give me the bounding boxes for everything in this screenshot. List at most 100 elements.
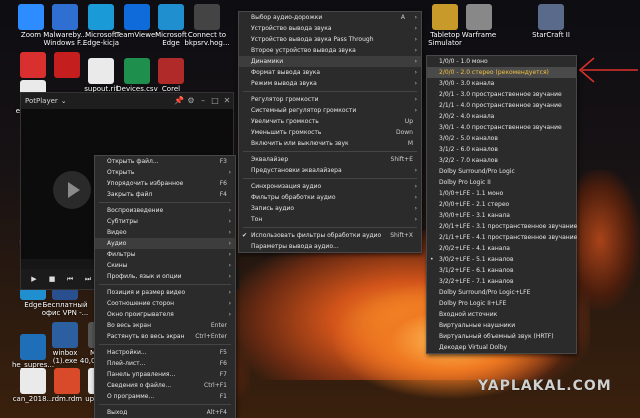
menu-item-label: Dolby Pro Logic II+LFE xyxy=(439,300,507,307)
main-menu-item[interactable]: Профиль, язык и опции › xyxy=(95,271,235,282)
audio-menu-item[interactable]: Увеличить громкость Up xyxy=(239,116,421,127)
close-icon[interactable]: ✕ xyxy=(221,93,233,109)
speakers-menu-item[interactable]: 3/0/0 - 3.0 канала xyxy=(427,78,576,89)
speakers-menu-item[interactable]: Виртуальный объемный звук (HRTF) xyxy=(427,331,576,342)
speakers-menu-item[interactable]: 2/1/1+LFE - 4.1 пространственное звучани… xyxy=(427,232,577,243)
speakers-menu-item[interactable]: 3/0/0+LFE - 3.1 канала xyxy=(427,210,576,221)
menu-shortcut: M xyxy=(407,140,413,147)
speakers-menu-item[interactable]: Dolby Pro Logic II+LFE xyxy=(427,298,576,309)
audio-menu-item[interactable]: Устройство вывода звука Pass Through › xyxy=(239,34,421,45)
speakers-menu-item[interactable]: 1/0/0+LFE - 1.1 моно xyxy=(427,188,576,199)
desktop-icon[interactable]: Warframe xyxy=(448,2,510,56)
main-menu-item[interactable]: Видео › xyxy=(95,227,235,238)
big-play-icon[interactable] xyxy=(53,171,91,209)
context-menu-main: Открыть файл... F3 Открыть › Упорядочить изб… xyxy=(94,155,236,418)
window-buttons: 📌 ⚙ – □ ✕ xyxy=(173,93,233,109)
main-menu-item[interactable]: Фильтры › xyxy=(95,249,235,260)
play-icon[interactable]: ▶ xyxy=(27,272,41,286)
audio-menu-item[interactable]: Фильтры обработки аудио › xyxy=(239,192,421,203)
main-menu-item[interactable]: Скины › xyxy=(95,260,235,271)
menu-item-label: 2/0/0 - 2.0 стерео (рекомендуется) xyxy=(439,69,549,76)
main-menu-item[interactable]: Панель управления... F7 xyxy=(95,369,235,380)
speakers-menu-item[interactable]: 2/0/1 - 3.0 пространственное звучание xyxy=(427,89,576,100)
speakers-menu-item[interactable]: 2/0/1+LFE - 3.1 пространственное звучани… xyxy=(427,221,577,232)
speakers-menu-item[interactable]: Dolby Pro Logic II xyxy=(427,177,576,188)
main-menu-item[interactable]: Растянуть во весь экран Ctrl+Enter xyxy=(95,331,235,342)
audio-menu-item[interactable]: Уменьшить громкость Down xyxy=(239,127,421,138)
pin-icon[interactable]: 📌 xyxy=(173,93,185,109)
menu-separator xyxy=(243,91,417,92)
main-menu-item[interactable]: Во весь экран Enter xyxy=(95,320,235,331)
menu-shortcut: Enter xyxy=(210,322,227,329)
audio-menu-item[interactable]: Эквалайзер Shift+E xyxy=(239,154,421,165)
main-menu-item[interactable]: Выход Alt+F4 xyxy=(95,407,235,418)
settings-icon[interactable]: ⚙ xyxy=(185,93,197,109)
main-menu-item[interactable]: Настройки... F5 xyxy=(95,347,235,358)
main-menu-item[interactable]: Плей-лист... F6 xyxy=(95,358,235,369)
audio-menu-item[interactable]: Запись аудио › xyxy=(239,203,421,214)
speakers-menu-item[interactable]: 1/0/0 - 1.0 моно xyxy=(427,56,576,67)
audio-menu-item[interactable]: Режим вывода звука › xyxy=(239,78,421,89)
speakers-menu-item[interactable]: 3/2/2 - 7.0 каналов xyxy=(427,155,576,166)
speakers-menu-item[interactable]: 3/0/1 - 4.0 пространственное звучание xyxy=(427,122,576,133)
speakers-menu-item[interactable]: 3/1/2 - 6.0 каналов xyxy=(427,144,576,155)
speakers-menu-item[interactable]: Виртуальные наушники xyxy=(427,320,576,331)
audio-menu-item[interactable]: Формат вывода звука › xyxy=(239,67,421,78)
speakers-menu-item[interactable]: Декодер Virtual Dolby xyxy=(427,342,576,353)
main-menu-item[interactable]: Субтитры › xyxy=(95,216,235,227)
menu-shortcut: Up xyxy=(404,118,413,125)
menu-item-label: Режим вывода звука xyxy=(251,80,317,87)
audio-menu-item[interactable]: Предустановки эквалайзера › xyxy=(239,165,421,176)
main-menu-item[interactable]: Открыть файл... F3 xyxy=(95,156,235,167)
audio-menu-item[interactable]: Динамики › xyxy=(239,56,421,67)
main-menu-item[interactable]: О программе... F1 xyxy=(95,391,235,402)
main-menu-item[interactable]: Окно проигрывателя › xyxy=(95,309,235,320)
desktop-icon[interactable]: Connect to bkpsrv.hog... xyxy=(176,2,238,56)
audio-menu-item[interactable]: Системный регулятор громкости › xyxy=(239,105,421,116)
previous-icon[interactable]: ⏮ xyxy=(63,272,77,286)
audio-menu-item[interactable]: Синхронизация аудио › xyxy=(239,181,421,192)
audio-menu-item[interactable]: Параметры вывода аудио... xyxy=(239,241,421,252)
audio-menu-item[interactable]: Второе устройство вывода звука › xyxy=(239,45,421,56)
main-menu-item[interactable]: Аудио › xyxy=(95,238,235,249)
menu-separator xyxy=(243,151,417,152)
submenu-arrow-icon: › xyxy=(228,262,231,269)
menu-item-label: Системный регулятор громкости xyxy=(251,107,357,114)
submenu-arrow-icon: › xyxy=(414,47,417,54)
next-icon[interactable]: ⏭ xyxy=(81,272,95,286)
audio-menu-item[interactable]: Регулятор громкости › xyxy=(239,94,421,105)
speakers-menu-item[interactable]: 2/1/1 - 4.0 пространственное звучание xyxy=(427,100,576,111)
speakers-menu-item[interactable]: Dolby Surround/Pro Logic+LFE xyxy=(427,287,576,298)
audio-menu-item[interactable]: ✔ Использовать фильтры обработки аудио Shi… xyxy=(239,230,421,241)
main-menu-item[interactable]: Упорядочить избранное F6 xyxy=(95,178,235,189)
speakers-menu-item[interactable]: 3/2/2+LFE - 7.1 каналов xyxy=(427,276,576,287)
stop-icon[interactable]: ■ xyxy=(45,272,59,286)
speakers-menu-item[interactable]: • 3/0/2+LFE - 5.1 каналов xyxy=(427,254,576,265)
main-menu-item[interactable]: Соотношение сторон › xyxy=(95,298,235,309)
main-menu-item[interactable]: Воспроизведение › xyxy=(95,205,235,216)
speakers-menu-item[interactable]: 2/0/2 - 4.0 канала xyxy=(427,111,576,122)
main-menu-item[interactable]: Позиция и размер видео › xyxy=(95,287,235,298)
audio-menu-item[interactable]: Тон › xyxy=(239,214,421,225)
speakers-menu-item[interactable]: 3/0/2 - 5.0 каналов xyxy=(427,133,576,144)
audio-menu-item[interactable]: Выбор аудио-дорожки A › xyxy=(239,12,421,23)
speakers-menu-item[interactable]: 2/0/2+LFE - 4.1 канала xyxy=(427,243,576,254)
minimize-icon[interactable]: – xyxy=(197,93,209,109)
player-titlebar[interactable]: PotPlayer ⌄ 📌 ⚙ – □ ✕ xyxy=(21,93,233,109)
maximize-icon[interactable]: □ xyxy=(209,93,221,109)
audio-menu-item[interactable]: Устройство вывода звука › xyxy=(239,23,421,34)
title-dropdown-icon[interactable]: ⌄ xyxy=(61,97,67,105)
menu-item-label: Dolby Surround/Pro Logic+LFE xyxy=(439,289,531,296)
audio-menu-item[interactable]: Включить или выключить звук M xyxy=(239,138,421,149)
main-menu-item[interactable]: Открыть › xyxy=(95,167,235,178)
speakers-menu-item[interactable]: 2/0/0 - 2.0 стерео (рекомендуется) xyxy=(427,67,576,78)
speakers-menu-item[interactable]: Dolby Surround/Pro Logic xyxy=(427,166,576,177)
speakers-menu-item[interactable]: 2/0/0+LFE - 2.1 стерео xyxy=(427,199,576,210)
desktop: Zoom Malwareby... Windows F... Microsoft E… xyxy=(0,0,640,418)
speakers-menu-item[interactable]: 3/1/2+LFE - 6.1 каналов xyxy=(427,265,576,276)
main-menu-item[interactable]: Сведения о файле... Ctrl+F1 xyxy=(95,380,235,391)
desktop-icon[interactable]: StarCraft II xyxy=(520,2,582,56)
submenu-arrow-icon: › xyxy=(414,194,417,201)
speakers-menu-item[interactable]: Входной источник xyxy=(427,309,576,320)
main-menu-item[interactable]: Закрыть файл F4 xyxy=(95,189,235,200)
